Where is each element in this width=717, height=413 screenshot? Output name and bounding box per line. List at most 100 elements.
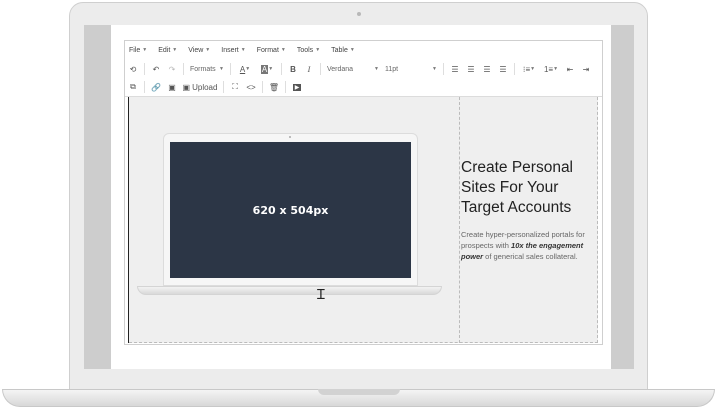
menubar: File ▼ Edit ▼ View ▼ Insert ▼ Format ▼ Tools ▼…	[125, 42, 355, 58]
italic-icon: I	[307, 64, 311, 74]
chevron-down-icon: ▼	[245, 66, 251, 72]
numbered-list-button[interactable]: 1≡ ▼	[540, 62, 562, 76]
numbered-list-icon: 1≡	[543, 64, 554, 74]
content-bottom-guide	[129, 342, 598, 343]
toolbar-separator	[183, 63, 184, 75]
chevron-down-icon: ▼	[142, 47, 148, 53]
menu-label: Table	[331, 46, 348, 54]
menu-insert[interactable]: Insert ▼	[221, 47, 245, 54]
toolbar-separator	[223, 81, 224, 93]
font-family-dropdown[interactable]: Verdana ▼	[324, 62, 382, 76]
source-code-button[interactable]: <>	[243, 80, 259, 94]
formats-dropdown[interactable]: Formats ▼	[187, 62, 227, 76]
link-icon: 🔗	[151, 82, 161, 92]
menu-label: View	[188, 46, 204, 54]
toolbar-separator	[320, 63, 321, 75]
history-button[interactable]: ⟲	[125, 62, 141, 76]
content-left-border	[128, 97, 129, 343]
menu-table[interactable]: Table ▼	[331, 47, 355, 54]
text-color-button[interactable]: A ▼	[234, 62, 256, 76]
font-size-value: 11pt	[385, 65, 399, 73]
toolbar-separator	[443, 63, 444, 75]
toolbar-separator	[281, 63, 282, 75]
redo-button[interactable]: ↷	[164, 62, 180, 76]
upload-label: Upload	[192, 82, 218, 92]
chevron-down-icon: ▼	[374, 66, 379, 72]
placeholder-dimensions: 620 x 504px	[252, 203, 329, 217]
align-center-button[interactable]: ☰	[463, 62, 479, 76]
headline-line: Create Personal	[461, 159, 574, 176]
media-button[interactable]: ▶	[289, 80, 305, 94]
bold-button[interactable]: B	[285, 62, 301, 76]
chevron-down-icon: ▼	[349, 47, 355, 53]
body-text: of generical sales collateral.	[483, 252, 578, 261]
toolbar-separator	[144, 81, 145, 93]
undo-icon: ↶	[152, 64, 160, 74]
delete-button[interactable]: 🗑	[266, 80, 282, 94]
column-guide-right	[597, 97, 598, 343]
menu-tools[interactable]: Tools ▼	[297, 47, 320, 54]
chevron-down-icon: ▼	[219, 66, 224, 72]
toolbar-separator	[514, 63, 515, 75]
upload-icon: ▣	[182, 82, 191, 92]
copy-icon: ⧉	[130, 82, 136, 91]
undo-button[interactable]: ↶	[148, 62, 164, 76]
toolbar-separator	[262, 81, 263, 93]
chevron-down-icon: ▼	[172, 47, 178, 53]
text-cursor-icon: Ɪ	[317, 286, 325, 302]
font-family-value: Verdana	[327, 65, 354, 73]
menu-label: Tools	[296, 46, 314, 54]
code-icon: <>	[246, 82, 256, 92]
link-button[interactable]: 🔗	[148, 80, 164, 94]
chevron-down-icon: ▼	[553, 66, 559, 72]
menu-label: Edit	[158, 46, 171, 54]
device-notch	[318, 389, 400, 395]
headline[interactable]: Create Personal Sites For Your Target Ac…	[461, 158, 591, 218]
menu-label: Insert	[221, 46, 239, 54]
camera-dot	[357, 12, 361, 16]
menu-edit[interactable]: Edit ▼	[158, 47, 177, 54]
image-button[interactable]: ▣	[164, 80, 180, 94]
mockup-laptop-base	[137, 286, 442, 295]
play-icon: ▶	[292, 83, 302, 91]
chevron-down-icon: ▼	[432, 66, 437, 72]
toolbar-separator	[285, 81, 286, 93]
align-justify-icon: ☰	[499, 64, 507, 74]
upload-button[interactable]: ▣ Upload	[180, 80, 220, 94]
align-center-icon: ☰	[467, 64, 475, 74]
menu-label: File	[129, 46, 141, 54]
indent-button[interactable]: ⇥	[578, 62, 594, 76]
toolbar-row-1: ⟲ ↶ ↷ Formats ▼ A ▼ A ▼ B I Verdana ▼ 11pt…	[125, 61, 594, 77]
bullet-list-icon: ⁝≡	[522, 64, 531, 74]
bullet-list-button[interactable]: ⁝≡ ▼	[518, 62, 540, 76]
align-left-icon: ☰	[451, 64, 459, 74]
column-guide	[459, 97, 460, 343]
align-justify-button[interactable]: ☰	[495, 62, 511, 76]
copy-format-button[interactable]: ⧉	[125, 80, 141, 94]
chevron-down-icon: ▼	[205, 47, 211, 53]
body-copy[interactable]: Create hyper-personalized portals for pr…	[461, 229, 591, 262]
trash-icon: 🗑	[268, 82, 280, 92]
toolbar-row-2: ⧉ 🔗 ▣ ▣ Upload ⛶ <> 🗑 ▶	[125, 79, 305, 95]
outdent-button[interactable]: ⇤	[562, 62, 578, 76]
chevron-down-icon: ▼	[315, 47, 321, 53]
headline-line: Target Accounts	[461, 199, 572, 216]
chevron-down-icon: ▼	[268, 66, 274, 72]
font-size-dropdown[interactable]: 11pt ▼	[382, 62, 440, 76]
italic-button[interactable]: I	[301, 62, 317, 76]
align-left-button[interactable]: ☰	[447, 62, 463, 76]
menu-view[interactable]: View ▼	[188, 47, 210, 54]
menu-file[interactable]: File ▼	[129, 47, 147, 54]
align-right-icon: ☰	[483, 64, 491, 74]
mockup-camera	[289, 136, 291, 138]
background-color-button[interactable]: A ▼	[256, 62, 278, 76]
chevron-down-icon: ▼	[530, 66, 536, 72]
bold-icon: B	[290, 64, 296, 74]
history-icon: ⟲	[129, 64, 137, 74]
mockup-screen-placeholder[interactable]: 620 x 504px	[170, 142, 411, 278]
menu-format[interactable]: Format ▼	[257, 47, 286, 54]
fullscreen-button[interactable]: ⛶	[227, 80, 243, 94]
chevron-down-icon: ▼	[280, 47, 286, 53]
align-right-button[interactable]: ☰	[479, 62, 495, 76]
outdent-icon: ⇤	[566, 64, 574, 74]
